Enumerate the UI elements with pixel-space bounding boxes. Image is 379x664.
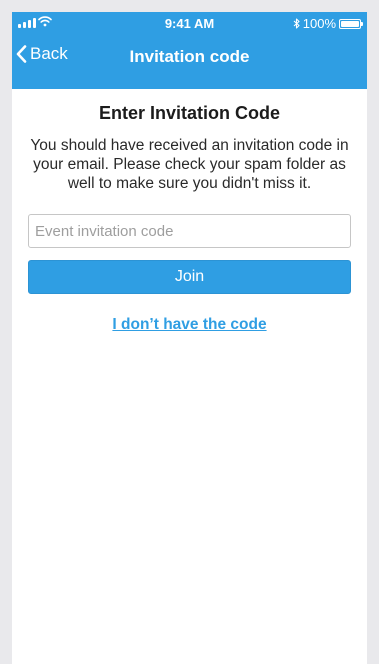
battery-icon xyxy=(339,18,363,29)
battery-fill xyxy=(341,20,359,27)
instructions-text: You should have received an invitation c… xyxy=(30,137,349,192)
top-bar: 9:41 AM 100% Back Invitation code xyxy=(12,12,367,89)
battery-percentage: 100% xyxy=(302,16,336,31)
bluetooth-icon xyxy=(293,18,300,29)
invitation-code-input[interactable] xyxy=(28,214,351,248)
main-content: Enter Invitation Code You should have re… xyxy=(12,103,367,334)
section-heading: Enter Invitation Code xyxy=(98,103,280,123)
join-button[interactable]: Join xyxy=(28,260,351,294)
nav-bar: Back Invitation code xyxy=(12,34,367,89)
page-title: Invitation code xyxy=(129,47,250,66)
no-code-link[interactable]: I don’t have the code xyxy=(112,316,266,334)
phone-screen: 9:41 AM 100% Back Invitation code Enter … xyxy=(12,12,367,664)
battery-status: 100% xyxy=(293,16,363,31)
status-bar: 9:41 AM 100% xyxy=(12,12,367,34)
